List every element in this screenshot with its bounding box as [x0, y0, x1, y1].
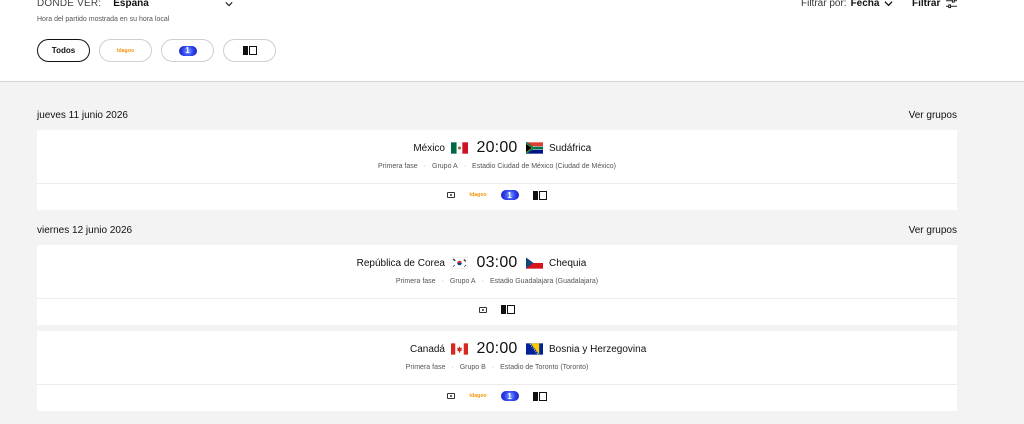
chip-la1[interactable]: 1: [161, 39, 214, 62]
chevron-down-icon[interactable]: [884, 0, 894, 8]
tv-icon: [447, 393, 456, 399]
tdn-logo[interactable]: tdagoo: [469, 393, 486, 399]
home-team: República de Corea: [357, 257, 468, 269]
away-team-name: Bosnia y Herzegovina: [549, 343, 647, 355]
broadcast-channels: tdagoo 1: [37, 190, 957, 200]
sliders-icon: [946, 0, 958, 9]
home-team-name: Canadá: [409, 343, 445, 355]
local-time-note: Hora del partido mostrada en su hora loc…: [37, 16, 170, 23]
match-meta: Primera fase · Grupo B · Estadio de Toronto …: [405, 364, 589, 371]
away-team-name: Chequia: [549, 257, 587, 269]
match-time: 03:00: [476, 254, 518, 271]
square-channel-logo[interactable]: [532, 190, 547, 200]
la1-logo[interactable]: 1: [500, 190, 519, 200]
see-groups-link[interactable]: Ver grupos: [909, 225, 957, 236]
see-groups-link[interactable]: Ver grupos: [909, 110, 957, 121]
where-to-watch-selector[interactable]: DÓNDE VER: España: [37, 0, 233, 9]
tv-icon: [479, 306, 487, 313]
match-group: Grupo B: [459, 364, 486, 371]
la1-logo: 1: [178, 45, 197, 56]
match-phase: Primera fase: [377, 163, 418, 170]
away-team: Bosnia y Herzegovina: [526, 343, 646, 355]
match-card[interactable]: México 20:00 Sudáfrica Primera fase · Grup…: [37, 130, 957, 210]
match-phase: Primera fase: [395, 278, 436, 285]
filter-button-label: Filtrar: [912, 0, 941, 9]
sort-by-value[interactable]: Fecha: [851, 0, 880, 9]
channel-filter-chips: Todos tdagoo 1: [37, 39, 276, 62]
away-team: Chequia: [526, 257, 586, 269]
away-team: Sudáfrica: [526, 142, 591, 154]
chip-square-channel[interactable]: [223, 39, 276, 62]
day-date: viernes 12 junio 2026: [37, 225, 133, 236]
divider: [37, 298, 957, 299]
match-time: 20:00: [476, 340, 518, 357]
broadcast-channels: tdagoo 1: [37, 391, 957, 401]
match-card[interactable]: República de Corea 03:00 Chequia Primera…: [37, 245, 957, 325]
chevron-down-icon[interactable]: [225, 0, 233, 8]
chip-tdn[interactable]: tdagoo: [99, 39, 152, 62]
match-meta: Primera fase · Grupo A · Estadio Ciudad de M…: [377, 163, 617, 170]
sort-by-label: Filtrar por:: [801, 0, 847, 9]
south-korea-flag-icon: [451, 257, 468, 269]
south-africa-flag-icon: [526, 142, 543, 154]
canada-flag-icon: [451, 343, 468, 355]
match-venue: Estadio Guadalajara (Guadalajara): [489, 278, 599, 285]
square-channel-logo[interactable]: [501, 305, 515, 314]
la1-logo[interactable]: 1: [500, 391, 519, 401]
home-team-name: México: [413, 142, 445, 154]
match-group: Grupo A: [432, 163, 458, 170]
square-channel-logo: [242, 46, 257, 55]
day-date: jueves 11 junio 2026: [37, 110, 128, 121]
match-venue: Estadio de Toronto (Toronto): [500, 364, 589, 371]
bosnia-flag-icon: [526, 343, 543, 355]
divider: [37, 384, 957, 385]
chip-all[interactable]: Todos: [37, 39, 90, 62]
chip-all-label: Todos: [51, 46, 76, 55]
home-team: México: [413, 142, 468, 154]
match-meta: Primera fase · Grupo A · Estadio Guadalajara…: [395, 278, 599, 285]
sort-by-selector[interactable]: Filtrar por: Fecha: [801, 0, 894, 9]
czechia-flag-icon: [526, 257, 543, 269]
away-team-name: Sudáfrica: [549, 142, 592, 154]
home-team-name: República de Corea: [356, 257, 445, 269]
broadcast-channels: [37, 305, 957, 314]
where-to-watch-label: DÓNDE VER:: [37, 0, 102, 9]
square-channel-logo[interactable]: [532, 391, 547, 401]
match-card[interactable]: Canadá 20:00 Bosnia y Herzegovina Primer…: [37, 331, 957, 411]
tdn-logo: tdagoo: [116, 47, 135, 54]
filter-panel: DÓNDE VER: España Hora del partido mostr…: [0, 0, 1024, 82]
match-venue: Estadio Ciudad de México (Ciudad de Méxi…: [472, 163, 617, 170]
mexico-flag-icon: [451, 142, 468, 154]
country-value[interactable]: España: [113, 0, 149, 9]
match-group: Grupo A: [449, 278, 476, 285]
match-phase: Primera fase: [405, 364, 446, 371]
tdn-logo[interactable]: tdagoo: [469, 192, 486, 198]
home-team: Canadá: [410, 343, 468, 355]
match-time: 20:00: [476, 139, 518, 156]
divider: [37, 183, 957, 184]
tv-icon: [447, 192, 456, 198]
filter-button[interactable]: Filtrar: [912, 0, 958, 9]
